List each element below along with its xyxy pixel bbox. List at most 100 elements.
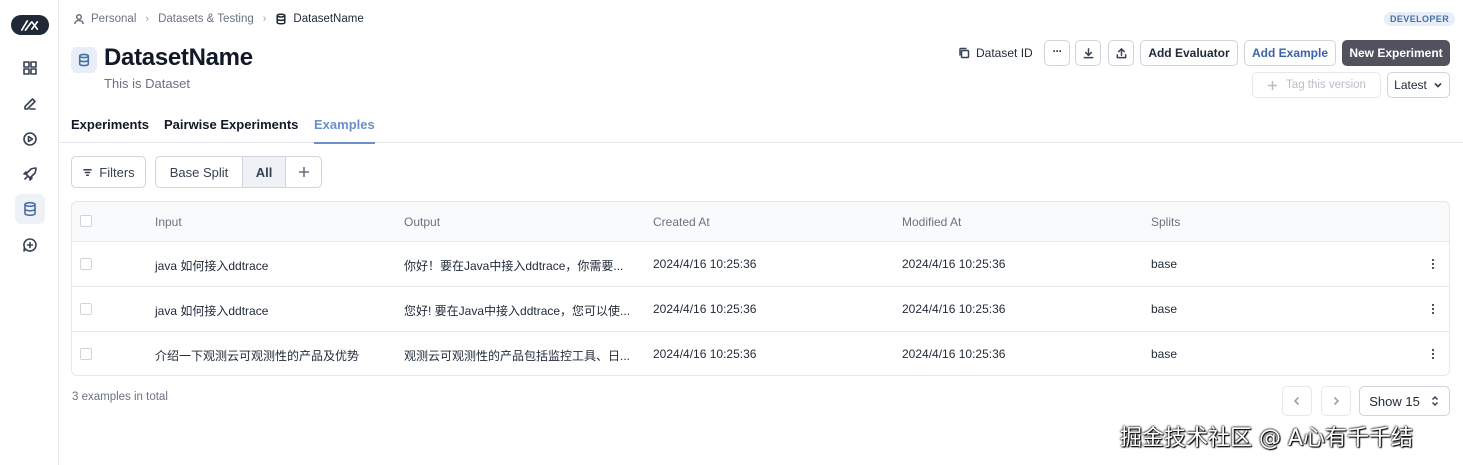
database-icon	[24, 201, 36, 217]
cell-output: 你好！要在Java中接入ddtrace，你需要...	[404, 259, 624, 273]
breadcrumb: Personal › Datasets & Testing › DatasetN…	[73, 12, 364, 26]
nav-annotations[interactable]	[15, 230, 45, 260]
nav-prompts[interactable]	[15, 89, 45, 119]
dataset-id-label: Dataset ID	[976, 46, 1033, 60]
ellipsis-icon: ···	[1052, 44, 1063, 58]
more-actions-button[interactable]: ···	[1044, 40, 1070, 66]
split-base[interactable]: Base Split	[156, 157, 243, 187]
row-menu-button[interactable]	[1426, 301, 1440, 317]
kebab-icon	[1431, 258, 1435, 270]
cell-created-at: 2024/4/16 10:25:36	[653, 302, 757, 316]
database-icon	[276, 13, 286, 25]
column-header-created-at[interactable]: Created At	[653, 215, 710, 229]
tag-version-label: Tag this version	[1286, 79, 1366, 91]
next-page-button[interactable]	[1321, 386, 1351, 416]
dataset-id-button[interactable]: Dataset ID	[958, 44, 1033, 62]
new-experiment-button[interactable]: New Experiment	[1342, 40, 1450, 66]
kebab-icon	[1431, 303, 1435, 315]
nav-dashboard[interactable]	[15, 53, 45, 83]
split-selector: Base Split All	[155, 156, 322, 188]
version-select[interactable]: Latest	[1387, 72, 1450, 98]
add-example-button[interactable]: Add Example	[1244, 40, 1336, 66]
select-all-checkbox[interactable]	[80, 215, 92, 227]
grid-icon	[23, 61, 37, 75]
filter-lines-icon	[83, 168, 92, 176]
table-header: Input Output Created At Modified At Spli…	[72, 202, 1449, 242]
split-all[interactable]: All	[243, 157, 286, 187]
cell-output: 观测云可观测性的产品包括监控工具、日...	[404, 349, 631, 363]
cell-output: 您好! 要在Java中接入ddtrace，您可以使...	[404, 304, 631, 318]
user-icon	[74, 13, 84, 25]
cell-input: java 如何接入ddtrace	[155, 304, 269, 318]
tab-bar: Experiments Pairwise Experiments Example…	[59, 106, 1463, 144]
breadcrumb-datasets[interactable]: Datasets & Testing	[158, 13, 254, 25]
column-header-modified-at[interactable]: Modified At	[902, 215, 961, 229]
nav-datasets[interactable]	[15, 194, 45, 224]
cell-input: java 如何接入ddtrace	[155, 259, 269, 273]
logo-icon	[20, 19, 39, 31]
cell-input: 介绍一下观测云可观测性的产品及优势	[155, 349, 360, 363]
kebab-icon	[1431, 348, 1435, 360]
chevron-left-icon	[1293, 396, 1300, 406]
pen-icon	[24, 98, 36, 110]
download-button[interactable]	[1075, 40, 1101, 66]
upload-icon	[1116, 47, 1126, 58]
breadcrumb-separator-icon: ›	[262, 13, 267, 25]
cell-split: base	[1151, 347, 1178, 361]
tab-pairwise-experiments[interactable]: Pairwise Experiments	[164, 117, 298, 142]
row-checkbox[interactable]	[80, 258, 92, 270]
developer-badge: DEVELOPER	[1384, 12, 1456, 26]
upload-button[interactable]	[1108, 40, 1134, 66]
table-row[interactable]: 介绍一下观测云可观测性的产品及优势 观测云可观测性的产品包括监控工具、日... …	[72, 332, 1449, 375]
cell-modified-at: 2024/4/16 10:25:36	[902, 302, 1006, 316]
copy-icon	[959, 47, 970, 59]
row-menu-button[interactable]	[1426, 256, 1440, 272]
app-logo[interactable]	[11, 15, 49, 35]
watermark: 掘金技术社区 @ A心有千千结	[1120, 426, 1414, 451]
row-menu-button[interactable]	[1426, 346, 1440, 362]
filters-label: Filters	[99, 164, 135, 180]
chevron-down-icon	[1434, 82, 1442, 88]
page-title: DatasetName	[104, 44, 253, 71]
breadcrumb-separator-icon: ›	[145, 13, 150, 25]
chevron-up-down-icon	[1431, 395, 1438, 407]
table-row[interactable]: java 如何接入ddtrace 你好！要在Java中接入ddtrace，你需要…	[72, 242, 1449, 287]
column-header-input[interactable]: Input	[155, 215, 182, 229]
breadcrumb-current: DatasetName	[293, 13, 364, 25]
examples-table: Input Output Created At Modified At Spli…	[71, 201, 1450, 376]
filters-button[interactable]: Filters	[71, 156, 146, 188]
cell-split: base	[1151, 257, 1178, 271]
download-icon	[1083, 47, 1093, 58]
cell-modified-at: 2024/4/16 10:25:36	[902, 257, 1006, 271]
page-size-value: Show 15	[1369, 393, 1420, 409]
nav-playground[interactable]	[15, 124, 45, 154]
row-checkbox[interactable]	[80, 348, 92, 360]
version-select-value: Latest	[1394, 78, 1427, 92]
page-subtitle: This is Dataset	[104, 76, 190, 91]
chevron-right-icon	[1333, 396, 1340, 406]
cell-created-at: 2024/4/16 10:25:36	[653, 347, 757, 361]
add-evaluator-button[interactable]: Add Evaluator	[1140, 40, 1238, 66]
left-nav-rail	[0, 0, 59, 465]
add-split-button[interactable]	[286, 157, 321, 187]
row-checkbox[interactable]	[80, 303, 92, 315]
tab-examples[interactable]: Examples	[314, 117, 375, 144]
tab-experiments[interactable]: Experiments	[71, 117, 149, 142]
play-circle-icon	[23, 132, 37, 146]
rocket-icon	[23, 167, 37, 181]
examples-total: 3 examples in total	[72, 391, 168, 403]
nav-deployments[interactable]	[15, 159, 45, 189]
cell-created-at: 2024/4/16 10:25:36	[653, 257, 757, 271]
column-header-output[interactable]: Output	[404, 215, 440, 229]
database-icon	[78, 53, 90, 67]
prev-page-button[interactable]	[1282, 386, 1312, 416]
tag-version-button[interactable]: Tag this version	[1252, 72, 1381, 98]
cell-split: base	[1151, 302, 1178, 316]
chat-plus-icon	[23, 238, 37, 252]
table-row[interactable]: java 如何接入ddtrace 您好! 要在Java中接入ddtrace，您可…	[72, 287, 1449, 332]
plus-icon	[1267, 80, 1278, 90]
page-size-select[interactable]: Show 15	[1359, 386, 1450, 416]
breadcrumb-personal[interactable]: Personal	[91, 13, 136, 25]
cell-modified-at: 2024/4/16 10:25:36	[902, 347, 1006, 361]
column-header-splits[interactable]: Splits	[1151, 215, 1180, 229]
